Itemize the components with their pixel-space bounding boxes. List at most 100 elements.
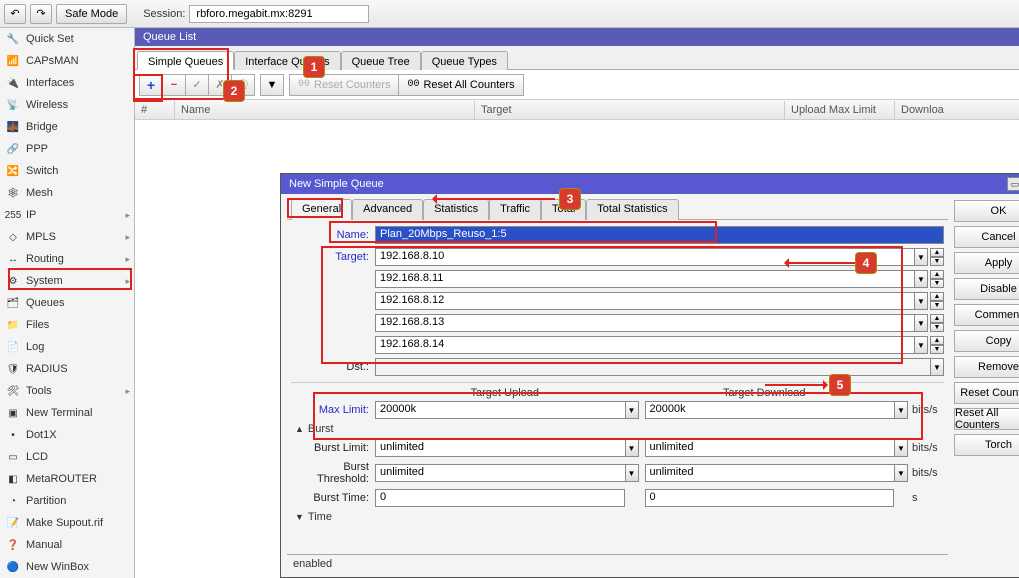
dialog-titlebar[interactable]: New Simple Queue ▭ ✕ — [281, 174, 1019, 194]
target-up-4[interactable]: ▲ — [930, 336, 944, 345]
burst-limit-up-dropdown[interactable]: ▼ — [625, 439, 639, 457]
sidebar-item-make-supout.rif[interactable]: 📝Make Supout.rif — [0, 512, 134, 534]
queue-tab-simple-queues[interactable]: Simple Queues — [137, 51, 234, 70]
target-down-1[interactable]: ▼ — [930, 279, 944, 288]
sidebar-item-dot1x[interactable]: •Dot1X — [0, 424, 134, 446]
target-up-3[interactable]: ▲ — [930, 314, 944, 323]
sidebar-item-wireless[interactable]: 📡Wireless — [0, 94, 134, 116]
sidebar-item-lcd[interactable]: ▭LCD — [0, 446, 134, 468]
target-input-1[interactable]: 192.168.8.11 — [375, 270, 915, 288]
target-down-3[interactable]: ▼ — [930, 323, 944, 332]
target-input-2[interactable]: 192.168.8.12 — [375, 292, 915, 310]
sidebar-item-radius[interactable]: 🛡RADIUS — [0, 358, 134, 380]
sidebar-item-log[interactable]: 📄Log — [0, 336, 134, 358]
col-target[interactable]: Target — [475, 101, 785, 119]
sidebar-item-label: New Terminal — [26, 407, 92, 419]
add-button[interactable]: + — [139, 74, 163, 96]
sidebar-item-capsman[interactable]: 📶CAPsMAN — [0, 50, 134, 72]
col-download[interactable]: Downloa — [895, 101, 1019, 119]
sidebar-item-bridge[interactable]: 🌉Bridge — [0, 116, 134, 138]
target-dropdown-4[interactable]: ▼ — [914, 336, 928, 354]
name-input[interactable]: Plan_20Mbps_Reuso_1:5 — [375, 226, 944, 244]
sidebar-item-manual[interactable]: ❓Manual — [0, 534, 134, 556]
dialog-reset-counters-button[interactable]: Reset Counters — [954, 382, 1019, 404]
dialog-ok-button[interactable]: OK — [954, 200, 1019, 222]
max-limit-up-input[interactable]: 20000k — [375, 401, 626, 419]
target-down-0[interactable]: ▼ — [930, 257, 944, 266]
enable-button[interactable]: ✓ — [185, 74, 209, 96]
target-input-3[interactable]: 192.168.8.13 — [375, 314, 915, 332]
dialog-disable-button[interactable]: Disable — [954, 278, 1019, 300]
sidebar-item-ip[interactable]: 255IP▸ — [0, 204, 134, 226]
burst-threshold-down-dropdown[interactable]: ▼ — [894, 464, 908, 482]
remove-button[interactable]: − — [162, 74, 186, 96]
target-up-1[interactable]: ▲ — [930, 270, 944, 279]
target-dropdown-1[interactable]: ▼ — [914, 270, 928, 288]
sidebar-item-mesh[interactable]: 🕸Mesh — [0, 182, 134, 204]
target-down-4[interactable]: ▼ — [930, 345, 944, 354]
dialog-remove-button[interactable]: Remove — [954, 356, 1019, 378]
burst-limit-down-input[interactable]: unlimited — [645, 439, 896, 457]
target-dropdown-2[interactable]: ▼ — [914, 292, 928, 310]
dst-dropdown[interactable]: ▼ — [930, 358, 944, 376]
sidebar-item-ppp[interactable]: 🔗PPP — [0, 138, 134, 160]
max-limit-down-dropdown[interactable]: ▼ — [894, 401, 908, 419]
burst-limit-down-dropdown[interactable]: ▼ — [894, 439, 908, 457]
sidebar-item-queues[interactable]: 🗂Queues — [0, 292, 134, 314]
target-down-2[interactable]: ▼ — [930, 301, 944, 310]
col-hash[interactable]: # — [135, 101, 175, 119]
queue-tab-queue-types[interactable]: Queue Types — [421, 51, 508, 70]
dialog-cancel-button[interactable]: Cancel — [954, 226, 1019, 248]
max-limit-down-input[interactable]: 20000k — [645, 401, 896, 419]
sidebar-item-quick-set[interactable]: 🔧Quick Set — [0, 28, 134, 50]
dialog-comment-button[interactable]: Comment — [954, 304, 1019, 326]
filter-button[interactable]: ▼ — [260, 74, 284, 96]
sidebar-item-files[interactable]: 📁Files — [0, 314, 134, 336]
reset-all-counters-button[interactable]: 00Reset All Counters — [398, 74, 523, 96]
dialog-torch-button[interactable]: Torch — [954, 434, 1019, 456]
burst-time-down-input[interactable]: 0 — [645, 489, 895, 507]
burst-threshold-up-dropdown[interactable]: ▼ — [625, 464, 639, 482]
sidebar-item-new-winbox[interactable]: 🔵New WinBox — [0, 556, 134, 578]
burst-time-up-input[interactable]: 0 — [375, 489, 625, 507]
target-input-4[interactable]: 192.168.8.14 — [375, 336, 915, 354]
sidebar-item-label: MetaROUTER — [26, 473, 97, 485]
dialog-min-button[interactable]: ▭ — [1007, 177, 1019, 191]
target-dropdown-3[interactable]: ▼ — [914, 314, 928, 332]
burst-threshold-up-input[interactable]: unlimited — [375, 464, 626, 482]
col-name[interactable]: Name — [175, 101, 475, 119]
target-up-0[interactable]: ▲ — [930, 248, 944, 257]
undo-button[interactable]: ↶ — [4, 4, 26, 24]
redo-button[interactable]: ↷ — [30, 4, 52, 24]
burst-threshold-down-input[interactable]: unlimited — [645, 464, 896, 482]
sidebar-item-label: CAPsMAN — [26, 55, 79, 67]
safe-mode-button[interactable]: Safe Mode — [56, 4, 127, 24]
dialog-reset-all-counters-button[interactable]: Reset All Counters — [954, 408, 1019, 430]
queue-tab-queue-tree[interactable]: Queue Tree — [341, 51, 421, 70]
content-area: Queue List Simple QueuesInterface Queues… — [135, 28, 1019, 578]
dialog-tab-total-statistics[interactable]: Total Statistics — [586, 199, 678, 220]
sidebar-item-interfaces[interactable]: 🔌Interfaces — [0, 72, 134, 94]
dialog-tab-advanced[interactable]: Advanced — [352, 199, 423, 220]
col-upload-max[interactable]: Upload Max Limit — [785, 101, 895, 119]
sidebar-item-mpls[interactable]: ◇MPLS▸ — [0, 226, 134, 248]
dialog-apply-button[interactable]: Apply — [954, 252, 1019, 274]
sidebar-item-tools[interactable]: 🛠Tools▸ — [0, 380, 134, 402]
sidebar-item-new-terminal[interactable]: ▣New Terminal — [0, 402, 134, 424]
target-up-2[interactable]: ▲ — [930, 292, 944, 301]
dialog-tab-traffic[interactable]: Traffic — [489, 199, 541, 220]
dialog-copy-button[interactable]: Copy — [954, 330, 1019, 352]
sidebar-item-system[interactable]: ⚙System▸ — [0, 270, 134, 292]
time-section-toggle[interactable]: ▼Time — [295, 511, 944, 523]
target-dropdown-0[interactable]: ▼ — [914, 248, 928, 266]
max-limit-up-dropdown[interactable]: ▼ — [625, 401, 639, 419]
burst-limit-up-input[interactable]: unlimited — [375, 439, 626, 457]
sidebar-icon: ▭ — [6, 450, 20, 464]
dialog-tabs: GeneralAdvancedStatisticsTrafficTotalTot… — [287, 198, 948, 220]
sidebar-item-partition[interactable]: ◔Partition — [0, 490, 134, 512]
sidebar-item-routing[interactable]: ↔Routing▸ — [0, 248, 134, 270]
dialog-tab-general[interactable]: General — [291, 199, 352, 220]
burst-section-toggle[interactable]: ▲Burst — [295, 423, 944, 435]
sidebar-item-switch[interactable]: 🔀Switch — [0, 160, 134, 182]
sidebar-item-metarouter[interactable]: ◧MetaROUTER — [0, 468, 134, 490]
